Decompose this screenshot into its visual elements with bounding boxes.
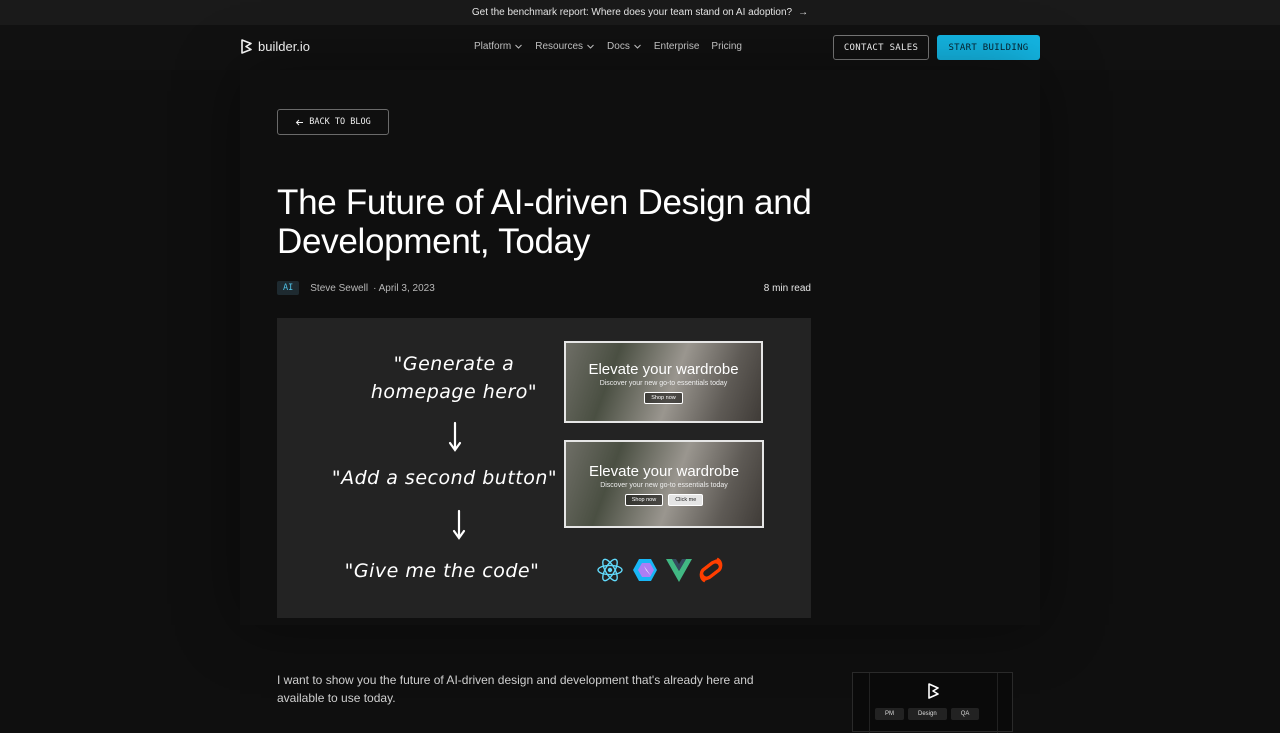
article-intro: I want to show you the future of AI-driv… xyxy=(277,671,797,707)
announcement-bar[interactable]: Get the benchmark report: Where does you… xyxy=(0,0,1280,25)
intro-line-2: available to use today. xyxy=(277,691,396,705)
brand-name: builder.io xyxy=(258,39,311,54)
back-to-blog-button[interactable]: BACK TO BLOG xyxy=(277,109,389,135)
title-line-1: The Future of AI-driven Design and xyxy=(277,183,812,222)
role-chips: PM Design QA xyxy=(875,708,980,720)
shop-now-button: Shop now xyxy=(644,391,683,404)
contact-sales-button[interactable]: CONTACT SALES xyxy=(833,35,929,60)
prompt-text: homepage hero" xyxy=(370,381,538,403)
nav-item-label: Pricing xyxy=(711,41,742,52)
prompt-step-2: "Add a second button" xyxy=(331,467,558,489)
chevron-down-icon xyxy=(587,44,594,49)
article-title: The Future of AI-driven Design and Devel… xyxy=(277,183,877,261)
prompt-step-1: "Generate a homepage hero" xyxy=(347,350,561,406)
side-panel-inner xyxy=(869,673,998,733)
nav-item-docs[interactable]: Docs xyxy=(607,41,642,52)
click-me-button: Click me xyxy=(668,493,704,506)
qwik-icon xyxy=(633,559,657,581)
builder-logo-icon xyxy=(928,683,939,699)
top-nav: builder.io Platform Resources Docs Enter… xyxy=(0,25,1280,70)
chip-qa: QA xyxy=(950,708,980,720)
generated-hero-card-2: Elevate your wardrobe Discover your new … xyxy=(564,440,764,528)
nav-item-label: Platform xyxy=(474,41,512,52)
category-tag[interactable]: AI xyxy=(277,281,300,295)
prompt-step-3: "Give me the code" xyxy=(344,560,540,582)
article-meta: AI Steve Sewell · April 3, 2023 8 min re… xyxy=(277,279,811,297)
arrow-left-icon xyxy=(296,119,304,125)
chevron-down-icon xyxy=(515,44,523,49)
card-subtext: Discover your new go-to essentials today xyxy=(599,379,728,387)
intro-line-1: I want to show you the future of AI-driv… xyxy=(277,673,754,687)
main-menu: Platform Resources Docs Enterprise Prici… xyxy=(474,41,742,52)
side-promo-panel[interactable]: PM Design QA xyxy=(852,672,1013,733)
announcement-text[interactable]: Get the benchmark report: Where does you… xyxy=(472,7,792,18)
vue-icon xyxy=(666,559,692,582)
nav-item-platform[interactable]: Platform xyxy=(474,41,523,52)
brand-logo[interactable]: builder.io xyxy=(240,39,310,54)
author-name[interactable]: Steve Sewell xyxy=(310,283,368,294)
read-time: 8 min read xyxy=(763,282,811,294)
chip-design: Design xyxy=(908,708,947,720)
react-icon xyxy=(597,558,623,582)
shop-now-button: Shop now xyxy=(624,493,664,506)
chip-pm: PM xyxy=(875,708,904,720)
nav-item-enterprise[interactable]: Enterprise xyxy=(654,41,700,52)
publish-date: · April 3, 2023 xyxy=(373,282,435,294)
title-line-2: Development, Today xyxy=(277,222,591,261)
nav-item-resources[interactable]: Resources xyxy=(535,41,595,52)
generated-hero-card-1: Elevate your wardrobe Discover your new … xyxy=(564,341,763,423)
prompt-text: "Generate a xyxy=(393,353,515,375)
builder-logo-icon xyxy=(241,39,252,54)
start-building-button[interactable]: START BUILDING xyxy=(937,35,1040,60)
card-subtext: Discover your new go-to essentials today xyxy=(600,481,728,489)
back-label: BACK TO BLOG xyxy=(309,117,371,127)
nav-item-label: Docs xyxy=(607,41,630,52)
arrow-down-icon xyxy=(452,509,466,540)
arrow-right-icon: → xyxy=(798,7,809,18)
nav-item-label: Enterprise xyxy=(653,41,700,52)
hero-image: "Generate a homepage hero" "Add a second… xyxy=(277,318,811,618)
card-heading: Elevate your wardrobe xyxy=(588,360,739,378)
nav-item-pricing[interactable]: Pricing xyxy=(711,41,742,52)
chevron-down-icon xyxy=(633,44,641,49)
nav-item-label: Resources xyxy=(535,41,584,52)
card-heading: Elevate your wardrobe xyxy=(588,462,740,480)
arrow-down-icon xyxy=(448,421,462,452)
svelte-icon xyxy=(699,557,723,583)
